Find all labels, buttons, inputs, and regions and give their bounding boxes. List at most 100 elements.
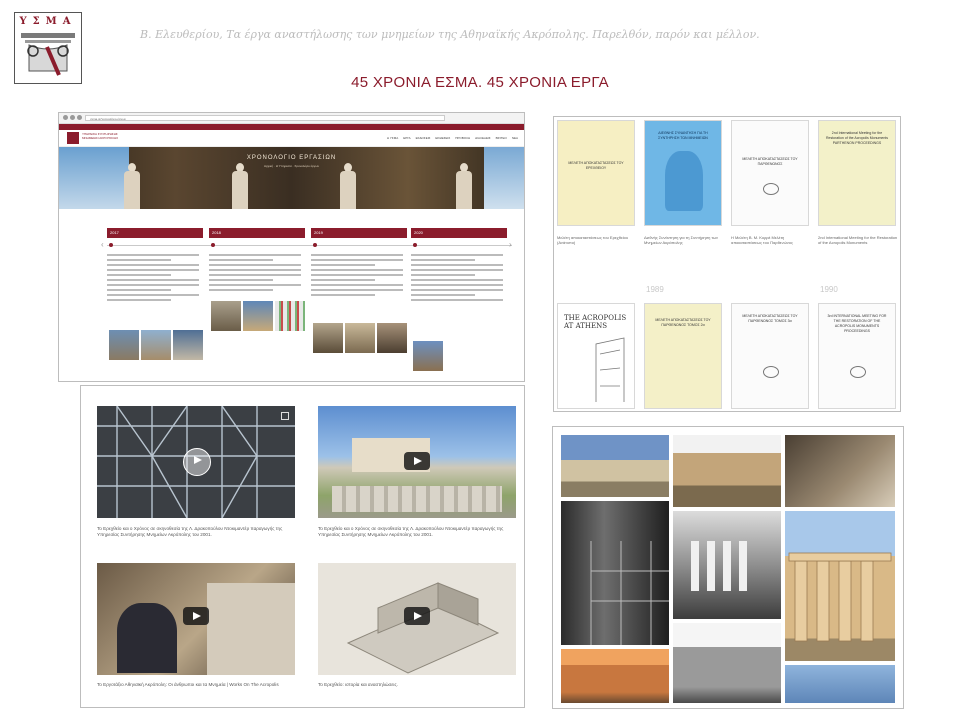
site-name: ΥΠΗΡΕΣΙΑ ΣΥΝΤΗΡΗΣΗΣ ΜΝΗΜΕΙΩΝ ΑΚΡΟΠΟΛΗΣ	[82, 132, 119, 140]
nav-link[interactable]: Η ΥΣΜΑ	[387, 136, 398, 140]
timeline-text	[209, 254, 301, 294]
book-caption: 2nd International Meeting for the Restor…	[818, 235, 898, 245]
timeline-column: 2017	[107, 228, 203, 301]
site-navbar: ΥΠΗΡΕΣΙΑ ΣΥΝΤΗΡΗΣΗΣ ΜΝΗΜΕΙΩΝ ΑΚΡΟΠΟΛΗΣ Η…	[59, 130, 524, 147]
address-bar[interactable]: ysma.gr/χρονολόγιο-έργων	[85, 115, 445, 121]
caryatid-statue	[121, 163, 143, 209]
photo-thumbnail[interactable]	[345, 323, 375, 353]
timeline-next-icon[interactable]: ›	[509, 240, 512, 249]
nav-link[interactable]: ΕΚΘΕΣΕΙΣ	[435, 136, 450, 140]
year-label: 1989	[646, 285, 664, 294]
caryatid-statue	[337, 163, 359, 209]
book-caption: Διεθνής Συνάντηση για τη Συντήρηση των Μ…	[644, 235, 719, 245]
timeline-photos	[413, 341, 443, 371]
photo-thumbnail[interactable]	[313, 323, 343, 353]
sky-photo[interactable]	[785, 665, 895, 703]
propylaea-photo[interactable]	[785, 511, 895, 661]
year-label[interactable]: 2018	[209, 228, 305, 238]
statue-head-image	[665, 151, 703, 211]
erechtheion-photo[interactable]	[673, 435, 781, 507]
timeline-column: 2020	[411, 228, 507, 301]
photo-collage-panel	[552, 426, 904, 709]
book-caption: Η Μελέτη Β. Μ. Κορρέ Μελέτη αποκαταστάσε…	[731, 235, 793, 245]
book-cover[interactable]: ΜΕΛΕΤΗ ΑΠΟΚΑΤΑΣΤΑΣΕΩΣ ΤΟΥ ΠΑΡΘΕΝΩΝΟΣ ΤΟΜ…	[644, 303, 722, 409]
nav-link[interactable]: ΝΕΑ	[512, 136, 518, 140]
parthenon-photo[interactable]	[561, 435, 669, 497]
caryatid-statue	[453, 163, 475, 209]
page-headline: 45 ΧΡΟΝΙΑ ΕΣΜΑ. 45 ΧΡΟΝΙΑ ΕΡΓΑ	[351, 74, 609, 91]
bw-workers-photo[interactable]	[673, 623, 781, 703]
timeline-text	[311, 254, 403, 299]
workers-photo[interactable]	[785, 435, 895, 507]
timeline-text	[411, 254, 503, 304]
timeline-photos	[211, 301, 305, 331]
nav-link[interactable]: ΔΙΑΛΕΞΕΙΣ	[475, 136, 490, 140]
timeline-photos	[313, 323, 407, 353]
video-thumbnail[interactable]	[97, 406, 295, 518]
erechtheion-bw-photo[interactable]	[673, 511, 781, 619]
year-label: 1990	[820, 285, 838, 294]
year-label[interactable]: 2017	[107, 228, 203, 238]
photo-thumbnail[interactable]	[377, 323, 407, 353]
seal-icon	[850, 366, 866, 378]
scaffolding-photo[interactable]	[561, 501, 669, 645]
forward-icon[interactable]	[70, 115, 75, 120]
hero-banner: ΧΡΟΝΟΛΟΓΙΟ ΕΡΓΑΣΙΩΝ Αρχική · Η Υπηρεσία …	[59, 147, 524, 209]
book-cover[interactable]: THE ACROPOLIS AT ATHENS	[557, 303, 635, 409]
play-icon[interactable]	[404, 607, 430, 625]
book-cover[interactable]: 3rd INTERNATIONAL MEETING FOR THE RESTOR…	[818, 303, 896, 409]
timeline-photos	[109, 330, 203, 360]
subtitle: Β. Ελευθερίου, Τα έργα αναστήλωσης των μ…	[140, 28, 760, 41]
logo-text: ΥΣΜΑ	[19, 16, 77, 27]
reload-icon[interactable]	[77, 115, 82, 120]
caryatid-statue	[229, 163, 251, 209]
book-cover[interactable]: ΔΙΕΘΝΗΣ ΣΥΝΑΝΤΗΣΗ ΓΙΑ ΤΗ ΣΥΝΤΗΡΗΣΗ ΤΩΝ Μ…	[644, 120, 722, 226]
book-cover[interactable]: ΜΕΛΕΤΗ ΑΠΟΚΑΤΑΣΤΑΣΕΩΣ ΤΟΥ ΕΡΕΧΘΕΙΟΥ	[557, 120, 635, 226]
breadcrumb: Αρχική · Η Υπηρεσία · Χρονολόγιο έργων	[263, 164, 320, 168]
site-logo-icon[interactable]	[67, 132, 79, 144]
year-label[interactable]: 2019	[311, 228, 407, 238]
play-icon[interactable]	[404, 452, 430, 470]
column-capital-icon	[21, 33, 75, 76]
browser-chrome: ysma.gr/χρονολόγιο-έργων	[59, 113, 524, 124]
video-caption: Το Εργοτάξιο Αθηναϊκή Ακρόπολη: Οι άνθρω…	[97, 682, 279, 687]
video-thumbnail[interactable]	[97, 563, 295, 675]
book-cover[interactable]: ΜΕΛΕΤΗ ΑΠΟΚΑΤΑΣΤΑΣΕΩΣ ΤΟΥ ΠΑΡΘΕΝΩΝΟΣ ΤΟΜ…	[731, 303, 809, 409]
publications-panel: ΜΕΛΕΤΗ ΑΠΟΚΑΤΑΣΤΑΣΕΩΣ ΤΟΥ ΕΡΕΧΘΕΙΟΥ ΔΙΕΘ…	[553, 116, 901, 412]
timeline-prev-icon[interactable]: ‹	[101, 240, 104, 249]
video-caption: Το Ερεχθείο και ο Χρόνος σε σκηνοθεσία τ…	[97, 526, 283, 537]
photo-thumbnail[interactable]	[141, 330, 171, 360]
play-icon[interactable]	[183, 448, 211, 476]
play-icon[interactable]	[183, 607, 209, 625]
nav-link[interactable]: ΠΡΟΒΟΛΗ	[455, 136, 470, 140]
book-cover[interactable]: 2nd International Meeting for the Restor…	[818, 120, 896, 226]
book-caption: Μελέτη αποκαταστάσεως του Ερεχθείου (Ανά…	[557, 235, 629, 245]
parthenon-sunset-photo[interactable]	[561, 649, 669, 703]
nav-link[interactable]: ΒΙΝΤΕΟ	[496, 136, 507, 140]
photo-thumbnail[interactable]	[243, 301, 273, 331]
video-caption: Το Ερεχθείο: ιστορία και αναστηλώσεις.	[318, 682, 398, 687]
share-icon[interactable]	[281, 412, 289, 420]
nav-link[interactable]: ΕΚΔΟΣΕΙΣ	[416, 136, 431, 140]
timeline-column: 2018	[209, 228, 305, 291]
seal-icon	[763, 366, 779, 378]
video-thumbnail[interactable]	[318, 406, 516, 518]
nav-link[interactable]: ΕΡΓΑ	[403, 136, 410, 140]
book-cover[interactable]: ΜΕΛΕΤΗ ΑΠΟΚΑΤΑΣΤΑΣΕΩΣ ΤΟΥ ΠΑΡΘΕΝΩΝΟΣ	[731, 120, 809, 226]
photo-thumbnail[interactable]	[211, 301, 241, 331]
back-icon[interactable]	[63, 115, 68, 120]
timeline-column: 2019	[311, 228, 407, 296]
worker-image	[117, 603, 177, 673]
video-thumbnail[interactable]	[318, 563, 516, 675]
video-caption: Το Ερεχθείο και ο Χρόνος σε σκηνοθεσία τ…	[318, 526, 504, 537]
photo-thumbnail[interactable]	[109, 330, 139, 360]
photo-thumbnail[interactable]	[275, 301, 305, 331]
website-screenshot-panel: ysma.gr/χρονολόγιο-έργων ΥΠΗΡΕΣΙΑ ΣΥΝΤΗΡ…	[58, 112, 525, 382]
photo-thumbnail[interactable]	[413, 341, 443, 371]
timeline-text	[107, 254, 199, 304]
year-label[interactable]: 2020	[411, 228, 507, 238]
videos-panel: Το Ερεχθείο και ο Χρόνος σε σκηνοθεσία τ…	[80, 385, 525, 708]
drawing-icon	[595, 337, 625, 402]
hero-title: ΧΡΟΝΟΛΟΓΙΟ ΕΡΓΑΣΙΩΝ	[246, 155, 337, 161]
photo-thumbnail[interactable]	[173, 330, 203, 360]
